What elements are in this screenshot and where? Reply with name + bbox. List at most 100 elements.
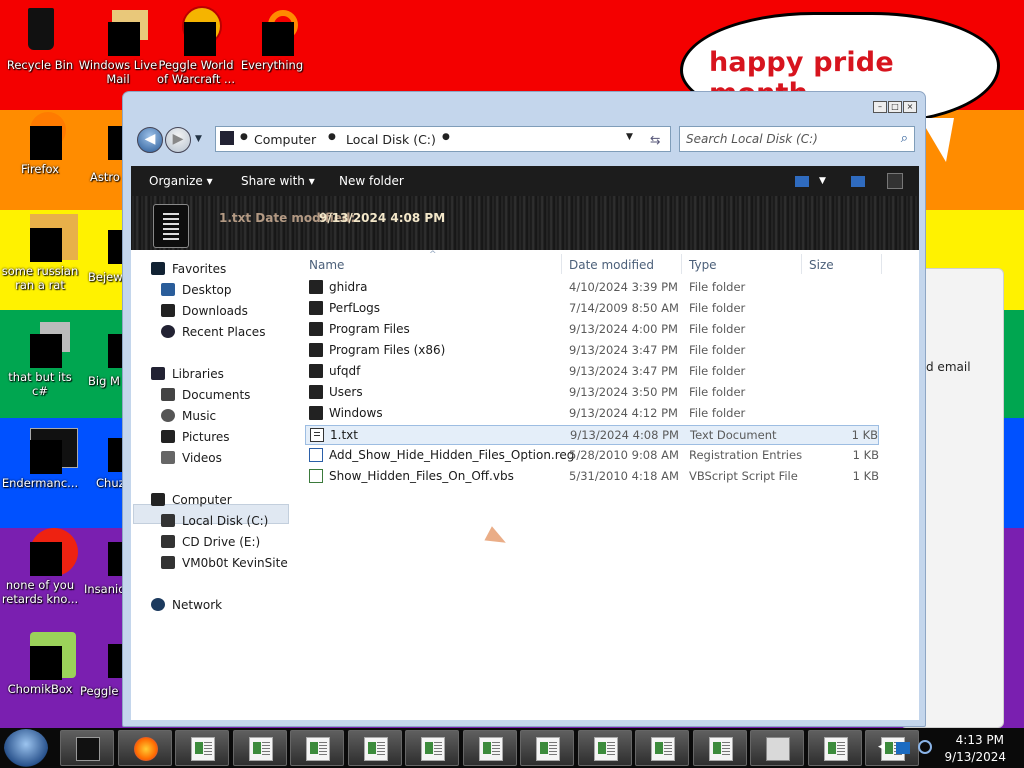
nav-documents[interactable]: Documents (161, 388, 250, 406)
desktop-icon-chomikbox[interactable]: ChomikBox (0, 630, 80, 696)
file-name[interactable]: Program Files (x86) (329, 343, 445, 357)
nav-recent-places[interactable]: Recent Places (161, 325, 265, 343)
search-input[interactable]: Search Local Disk (C:) (686, 132, 818, 146)
search-icon[interactable]: ⌕ (901, 131, 908, 146)
nav-computer[interactable]: Computer (151, 493, 232, 507)
forward-button[interactable]: ▶ (165, 127, 191, 153)
file-row[interactable]: Program Files (x86) 9/13/2024 3:47 PM File… (305, 341, 879, 361)
column-header-date-modified[interactable]: Date modified (569, 258, 654, 272)
taskbar-button[interactable] (405, 730, 459, 766)
taskbar-button[interactable] (117, 730, 172, 766)
network-tray-icon[interactable] (896, 742, 910, 754)
desktop-icon-that-but-its-csharp[interactable]: that but its c# (0, 318, 80, 398)
clock-date[interactable]: 9/13/2024 (944, 750, 1006, 764)
desktop-icon-peggle-wow[interactable]: Peggle World of Warcraft ... (156, 6, 236, 86)
nav-videos[interactable]: Videos (161, 451, 222, 469)
help-icon[interactable] (887, 173, 903, 189)
nav-libraries[interactable]: Libraries (151, 367, 224, 381)
file-name[interactable]: Show_Hidden_Files_On_Off.vbs (329, 469, 514, 483)
desktop-icon-firefox[interactable]: Firefox (0, 110, 80, 176)
taskbar-button[interactable] (520, 730, 574, 766)
column-header-name[interactable]: Name (309, 258, 344, 272)
desktop-icon-windows-live-mail[interactable]: Windows Live Mail (78, 6, 158, 86)
file-name[interactable]: 1.txt (330, 428, 358, 442)
file-name[interactable]: PerfLogs (329, 301, 380, 315)
tray-expand-icon[interactable]: ◀ (878, 742, 885, 752)
taskbar-button[interactable] (462, 730, 517, 766)
share-with-button[interactable]: Share with ▾ (241, 174, 315, 188)
organize-button[interactable]: Organize ▾ (149, 174, 213, 188)
new-folder-button[interactable]: New folder (339, 174, 404, 188)
search-box[interactable]: Search Local Disk (C:) ⌕ (679, 126, 915, 152)
column-header-size[interactable]: Size (809, 258, 834, 272)
nav-label: Videos (182, 451, 222, 465)
nav-pictures[interactable]: Pictures (161, 430, 230, 448)
taskbar-button[interactable] (232, 730, 287, 766)
text-file-icon (310, 428, 324, 442)
desktop-icon-none-of-you[interactable]: none of you retards kno... (0, 526, 80, 606)
taskbar-button[interactable] (290, 730, 344, 766)
minimize-button[interactable]: – (873, 101, 887, 113)
column-separator[interactable] (681, 254, 682, 274)
desktop-icon-some-russian[interactable]: some russian ran a rat (0, 212, 80, 292)
desktop-icon-everything[interactable]: Everything (232, 6, 312, 72)
breadcrumb-computer[interactable]: Computer (254, 132, 316, 147)
desktop-icon-endermanc[interactable]: Endermanc... (0, 424, 80, 490)
nav-cd-drive[interactable]: CD Drive (E:) (161, 535, 260, 553)
file-name[interactable]: ufqdf (329, 364, 360, 378)
close-button[interactable]: × (903, 101, 917, 113)
nav-local-disk[interactable]: Local Disk (C:) (161, 514, 268, 532)
taskbar-button[interactable] (577, 730, 632, 766)
clock-time[interactable]: 4:13 PM (956, 733, 1004, 747)
taskbar-button[interactable] (807, 730, 862, 766)
file-row[interactable]: Program Files 9/13/2024 4:00 PM File folde… (305, 320, 879, 340)
address-bar[interactable]: ● Computer ● Local Disk (C:) ● ▼ ⇆ (215, 126, 671, 152)
details-date-modified: 9/13/2024 4:08 PM (319, 211, 446, 225)
column-header-type[interactable]: Type (689, 258, 717, 272)
file-row[interactable]: 1.txt 9/13/2024 4:08 PM Text Document 1 KB (305, 425, 879, 445)
desktop-icon-recycle-bin[interactable]: Recycle Bin (0, 6, 80, 72)
preview-pane-icon[interactable] (851, 176, 865, 187)
maximize-button[interactable]: □ (888, 101, 902, 113)
back-button[interactable]: ◀ (137, 127, 163, 153)
nav-label: CD Drive (E:) (182, 535, 261, 549)
view-options-dropdown-icon[interactable]: ▼ (819, 176, 826, 186)
file-name[interactable]: Windows (329, 406, 383, 420)
nav-network-drive[interactable]: VM0b0t KevinSite (161, 556, 288, 574)
taskbar-button[interactable] (750, 730, 804, 766)
file-row[interactable]: PerfLogs 7/14/2009 8:50 AM File folder (305, 299, 879, 319)
firefox-icon (16, 110, 66, 160)
nav-downloads[interactable]: Downloads (161, 304, 248, 322)
nav-favorites[interactable]: Favorites (151, 262, 226, 276)
volume-tray-icon[interactable] (918, 740, 932, 754)
taskbar-button[interactable] (175, 730, 229, 766)
address-dropdown-icon[interactable]: ▼ (626, 132, 633, 142)
file-name[interactable]: Users (329, 385, 363, 399)
taskbar-button[interactable] (635, 730, 689, 766)
view-options-icon[interactable] (795, 176, 809, 187)
taskbar-button[interactable] (60, 730, 114, 766)
nav-network[interactable]: Network (151, 598, 222, 612)
file-row[interactable]: Users 9/13/2024 3:50 PM File folder (305, 383, 879, 403)
file-row[interactable]: ufqdf 9/13/2024 3:47 PM File folder (305, 362, 879, 382)
column-separator[interactable] (801, 254, 802, 274)
document-app-icon (651, 737, 675, 761)
column-separator[interactable] (561, 254, 562, 274)
file-row[interactable]: ghidra 4/10/2024 3:39 PM File folder (305, 278, 879, 298)
file-name[interactable]: Add_Show_Hide_Hidden_Files_Option.reg (329, 448, 574, 462)
file-row[interactable]: Show_Hidden_Files_On_Off.vbs 5/31/2010 4:… (305, 467, 879, 487)
start-button[interactable] (4, 729, 48, 767)
file-row[interactable]: Add_Show_Hide_Hidden_Files_Option.reg 5/2… (305, 446, 879, 466)
breadcrumb-local-disk[interactable]: Local Disk (C:) (346, 132, 436, 147)
file-name[interactable]: ghidra (329, 280, 367, 294)
file-name[interactable]: Program Files (329, 322, 410, 336)
nav-desktop[interactable]: Desktop (161, 283, 232, 301)
column-separator[interactable] (881, 254, 882, 274)
taskbar-button[interactable] (347, 730, 402, 766)
explorer-window[interactable]: – □ × ◀ ▶ ▼ ● Computer ● Local Disk (C:)… (122, 91, 926, 727)
file-row[interactable]: Windows 9/13/2024 4:12 PM File folder (305, 404, 879, 424)
recent-pages-chevron-icon[interactable]: ▼ (195, 134, 202, 144)
nav-music[interactable]: Music (161, 409, 216, 427)
taskbar-button[interactable] (692, 730, 747, 766)
refresh-icon[interactable]: ⇆ (650, 132, 660, 147)
